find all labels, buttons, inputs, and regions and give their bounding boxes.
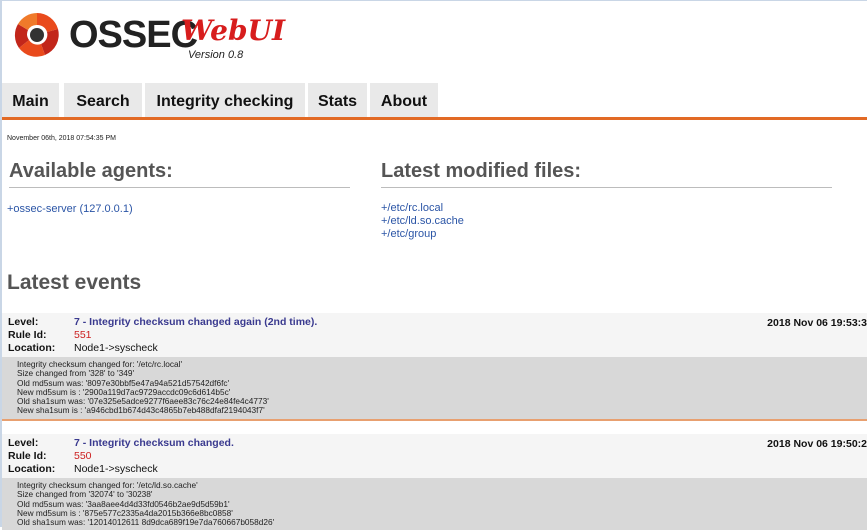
event-detail-line: New sha1sum is : 'a946cbd1b674d43c4865b7… <box>17 405 265 416</box>
files-divider <box>381 187 832 188</box>
nav-main[interactable]: Main <box>2 83 59 117</box>
event-level: 7 - Integrity checksum changed again (2n… <box>74 316 318 328</box>
event-item: Level: Rule Id: Location: 7 - Integrity … <box>2 313 867 421</box>
logo-ossec-text: OSSEC <box>69 14 198 56</box>
event-location: Node1->syscheck <box>74 342 158 354</box>
version-label: Version 0.8 <box>188 49 244 61</box>
event-detail-line: Old sha1sum was: '12014012611 8d9dca689f… <box>17 517 275 528</box>
file-link[interactable]: +/etc/ld.so.cache <box>381 215 464 228</box>
event-header: Level: Rule Id: Location: 7 - Integrity … <box>2 313 867 357</box>
event-level: 7 - Integrity checksum changed. <box>74 437 234 449</box>
location-label: Location: <box>8 342 56 354</box>
files-title: Latest modified files: <box>381 160 582 182</box>
main-nav: Main Search Integrity checking Stats Abo… <box>2 83 867 117</box>
agents-divider <box>9 187 350 188</box>
nav-about[interactable]: About <box>370 83 438 117</box>
nav-integrity-checking[interactable]: Integrity checking <box>145 83 305 117</box>
modified-files-list: +/etc/rc.local +/etc/ld.so.cache +/etc/g… <box>381 202 464 241</box>
file-link[interactable]: +/etc/rc.local <box>381 202 464 215</box>
file-link[interactable]: +/etc/group <box>381 228 464 241</box>
ossec-logo[interactable]: OSSEC WebUI Version 0.8 <box>13 10 313 66</box>
event-details: Integrity checksum changed for: '/etc/ld… <box>2 478 867 530</box>
logo-webui-text: WebUI <box>181 14 286 47</box>
event-separator <box>2 418 867 421</box>
event-header: Level: Rule Id: Location: 7 - Integrity … <box>2 434 867 478</box>
level-label: Level: <box>8 316 39 328</box>
nav-accent-bar <box>2 117 867 120</box>
level-label: Level: <box>8 437 39 449</box>
rule-id-label: Rule Id: <box>8 329 47 341</box>
event-item: Level: Rule Id: Location: 7 - Integrity … <box>2 434 867 530</box>
event-rule-id[interactable]: 550 <box>74 450 92 462</box>
rule-id-label: Rule Id: <box>8 450 47 462</box>
event-detail-line: Integrity checksum changed for: '/etc/rc… <box>17 359 183 369</box>
nav-search[interactable]: Search <box>64 83 142 117</box>
agent-link[interactable]: +ossec-server (127.0.0.1) <box>7 203 133 215</box>
event-rule-id[interactable]: 551 <box>74 329 92 341</box>
event-time: 2018 Nov 06 19:53:3 <box>767 317 867 329</box>
current-date: November 06th, 2018 07:54:35 PM <box>7 135 116 142</box>
agents-title: Available agents: <box>9 160 173 182</box>
nav-stats[interactable]: Stats <box>308 83 367 117</box>
event-details: Integrity checksum changed for: '/etc/rc… <box>2 357 867 419</box>
event-time: 2018 Nov 06 19:50:2 <box>767 438 867 450</box>
ossec-logo-icon <box>14 13 59 57</box>
events-title: Latest events <box>7 271 142 294</box>
event-location: Node1->syscheck <box>74 463 158 475</box>
location-label: Location: <box>8 463 56 475</box>
window-border-top <box>0 0 867 1</box>
